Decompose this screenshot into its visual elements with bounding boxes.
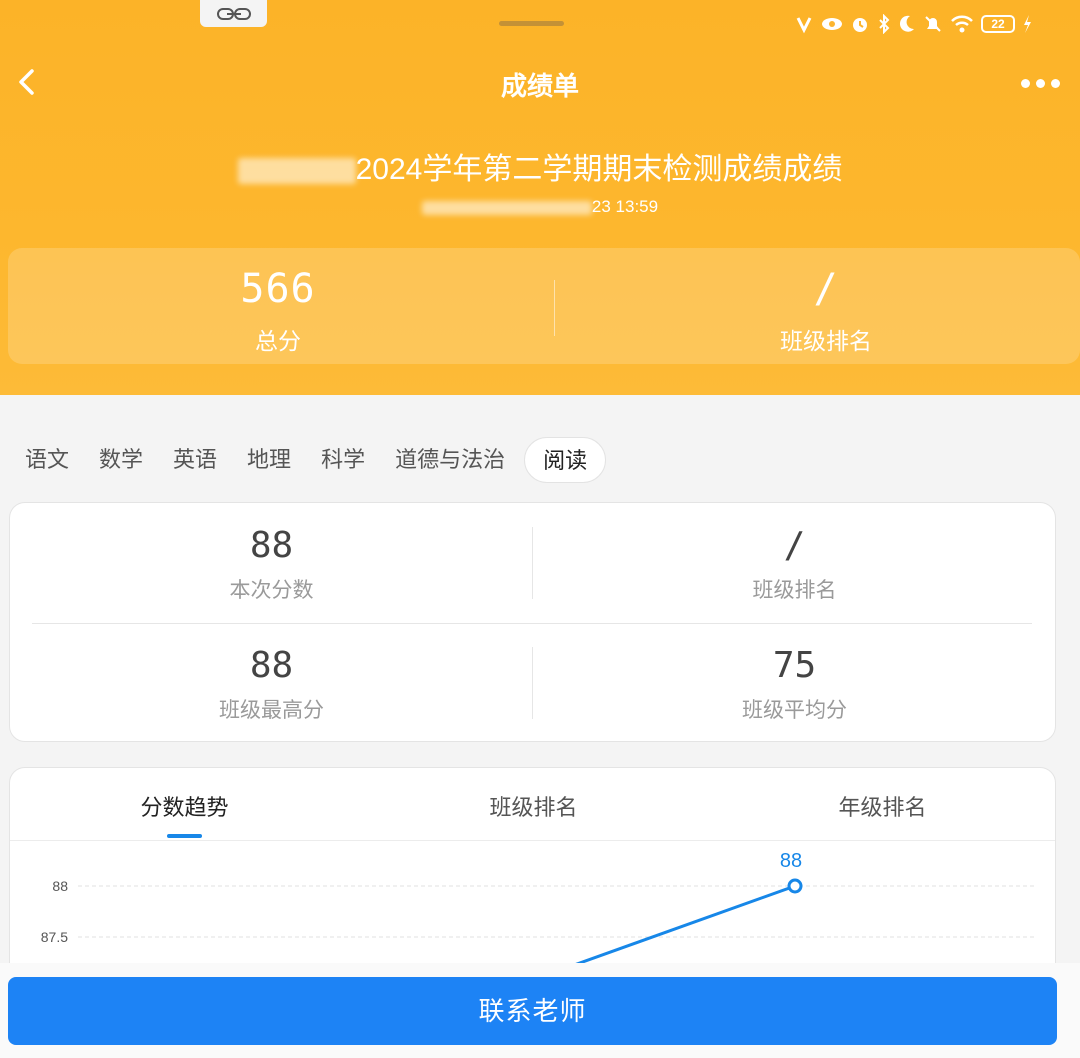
y-tick-label: 87.5 — [41, 929, 68, 945]
tab-geography[interactable]: 地理 — [232, 437, 306, 483]
more-dot — [1050, 78, 1060, 88]
tab-english[interactable]: 英语 — [158, 437, 232, 483]
exam-time-text: 23 13:59 — [591, 197, 659, 216]
subject-class-rank-value: / — [783, 525, 806, 566]
tab-score-trend[interactable]: 分数趋势 — [10, 790, 359, 822]
more-dot — [1035, 78, 1045, 88]
link-pill[interactable] — [200, 0, 267, 27]
more-dot — [1020, 78, 1030, 88]
stats-divider — [32, 623, 1032, 624]
subject-tabs: 语文 数学 英语 地理 科学 道德与法治 阅读 — [10, 436, 607, 484]
exam-title: 2024学年第二学期期末检测成绩成绩 — [0, 144, 1080, 188]
mute-icon — [925, 16, 941, 32]
summary-divider — [554, 280, 555, 336]
drag-handle[interactable] — [499, 21, 564, 26]
bluetooth-icon — [879, 14, 890, 34]
redacted-school-name — [237, 158, 356, 185]
more-button[interactable] — [1018, 70, 1062, 96]
chart-tabs: 分数趋势 班级排名 年级排名 — [10, 768, 1055, 841]
page-title: 成绩单 — [500, 71, 579, 101]
this-score-label: 本次分数 — [229, 579, 314, 602]
alarm-icon — [853, 18, 867, 32]
this-score-value: 88 — [249, 525, 294, 566]
eye-icon — [822, 18, 842, 30]
moon-icon — [899, 15, 914, 32]
tab-grade-rank[interactable]: 年级排名 — [708, 790, 1055, 822]
class-max-score-label: 班级最高分 — [219, 699, 324, 722]
tab-chinese[interactable]: 语文 — [10, 437, 84, 483]
charging-icon — [1024, 15, 1031, 33]
contact-teacher-button[interactable]: 联系老师 — [8, 977, 1057, 1045]
exam-time: 23 13:59 — [0, 197, 1080, 217]
wifi-icon — [951, 15, 973, 33]
data-point[interactable] — [787, 878, 803, 894]
tab-class-rank[interactable]: 班级排名 — [359, 790, 708, 822]
class-avg-score-label: 班级平均分 — [742, 699, 847, 722]
subject-stats-card: 88 本次分数 / 班级排名 88 班级最高分 75 班级平均分 — [9, 502, 1056, 742]
tab-math[interactable]: 数学 — [84, 437, 158, 483]
subject-class-rank: / 班级排名 — [533, 525, 1056, 604]
y-tick-label: 88 — [52, 878, 68, 894]
total-score-value: 566 — [240, 266, 316, 312]
tab-reading[interactable]: 阅读 — [524, 437, 607, 483]
link-icon — [216, 7, 251, 20]
active-tab-indicator — [167, 834, 202, 838]
score-summary: 566 总分 / 班级排名 — [8, 248, 1080, 364]
battery-icon: 22 — [981, 15, 1015, 33]
data-point-label: 88 — [780, 850, 802, 872]
total-score-cell: 566 总分 — [8, 266, 548, 356]
status-bar: 22 — [794, 10, 1032, 38]
class-max-score: 88 班级最高分 — [10, 645, 533, 724]
header-banner: 22 成绩单 2024学年第二学期期末检测成绩成绩 23 13:59 566 总… — [0, 0, 1080, 395]
nfc-icon — [796, 17, 812, 34]
exam-title-text: 2024学年第二学期期末检测成绩成绩 — [355, 153, 843, 186]
class-rank-value: / — [813, 266, 839, 312]
class-avg-score: 75 班级平均分 — [533, 645, 1056, 724]
redacted-date — [421, 200, 592, 215]
total-score-label: 总分 — [255, 328, 301, 354]
class-rank-cell: / 班级排名 — [556, 266, 1080, 356]
class-avg-score-value: 75 — [772, 645, 817, 686]
tab-science[interactable]: 科学 — [306, 437, 380, 483]
class-max-score-value: 88 — [249, 645, 294, 686]
tab-morality-law[interactable]: 道德与法治 — [380, 437, 520, 483]
class-rank-label: 班级排名 — [780, 328, 872, 354]
this-score: 88 本次分数 — [10, 525, 533, 604]
subject-class-rank-label: 班级排名 — [752, 579, 837, 602]
